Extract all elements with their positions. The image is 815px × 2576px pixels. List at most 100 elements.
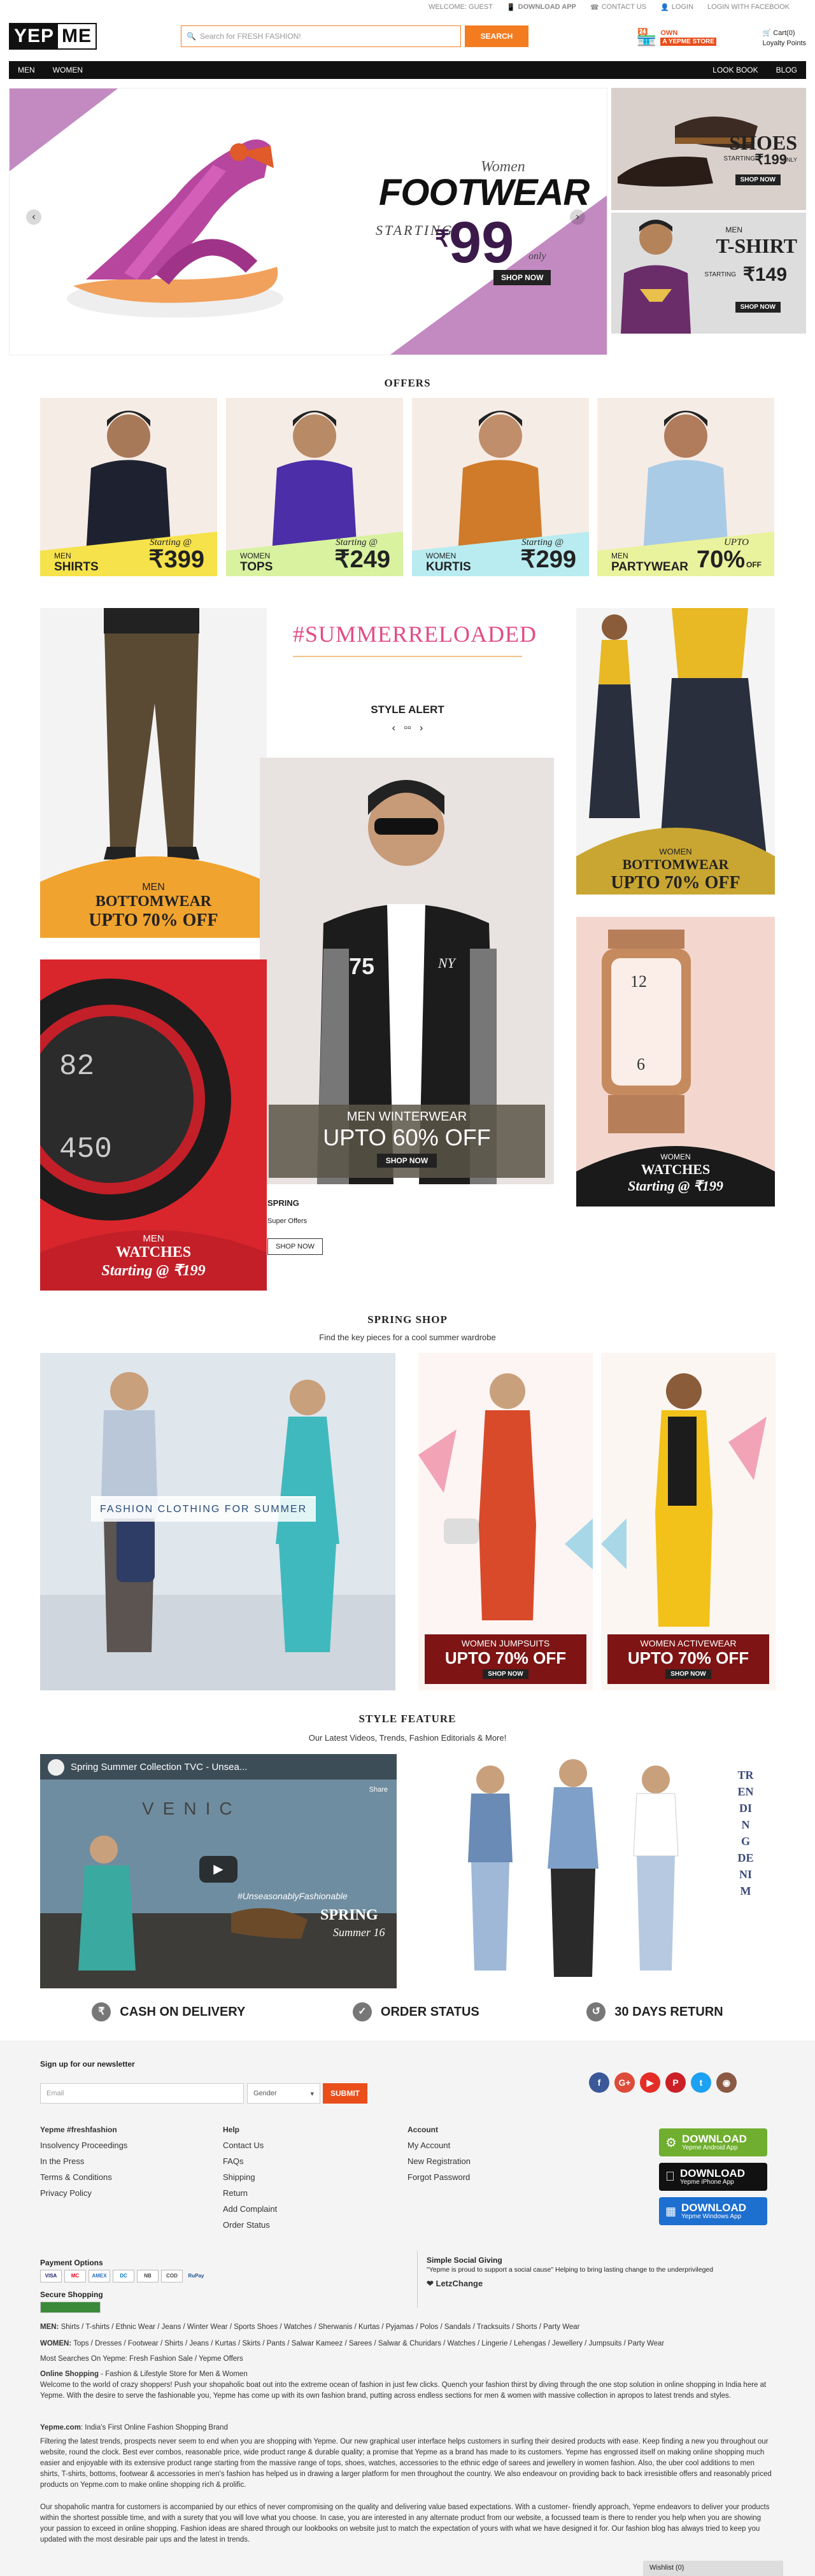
men-watches-title: WATCHES [115, 1244, 192, 1261]
men-watches-banner[interactable]: 82 450 MEN WATCHES Starting @ ₹199 [40, 959, 267, 1291]
footer-link[interactable]: Insolvency Proceedings [40, 2137, 127, 2153]
gender-select[interactable]: Gender ▾ [247, 2083, 320, 2104]
men-bottomwear-banner[interactable]: MEN BOTTOMWEAR UPTO 70% OFF [40, 608, 267, 938]
wishlist-bar[interactable]: Wishlist (0) [643, 2561, 783, 2576]
spring-shop-button[interactable]: SHOP NOW [267, 1238, 323, 1255]
women-bottomwear-banner[interactable]: WOMEN BOTTOMWEAR UPTO 70% OFF [576, 608, 775, 895]
search-button[interactable]: SEARCH [465, 25, 528, 47]
offer-card[interactable]: WOMEN KURTIS Starting @ ₹299 [412, 398, 589, 576]
mastercard-icon: MC [64, 2270, 86, 2282]
nav-men[interactable]: MEN [9, 66, 44, 74]
twitter-icon[interactable]: t [691, 2072, 711, 2093]
shoes-banner[interactable]: SHOES STARTING ₹199 ONLY SHOP NOW [611, 88, 806, 210]
search-input[interactable]: 🔍 Search for FRESH FASHION! [181, 25, 461, 47]
nav-women[interactable]: WOMEN [44, 66, 92, 74]
women-activewear-banner[interactable]: WOMEN ACTIVEWEAR UPTO 70% OFF SHOP NOW [601, 1353, 776, 1690]
video-title[interactable]: Spring Summer Collection TVC - Unsea... [71, 1762, 247, 1773]
newsletter-email-input[interactable]: Email [40, 2083, 244, 2104]
order-status-service[interactable]: ✓ ORDER STATUS [352, 2002, 479, 2021]
men-category-links[interactable]: Shirts / T-shirts / Ethnic Wear / Jeans … [61, 2323, 580, 2331]
footer-link[interactable]: New Registration [408, 2153, 471, 2169]
winterwear-offer: UPTO 60% OFF [323, 1124, 491, 1150]
jumpsuits-shop-button[interactable]: SHOP NOW [483, 1669, 528, 1679]
footer-link[interactable]: Add Complaint [223, 2201, 277, 2217]
summer-reloaded-hashtag: #SUMMERRELOADED [293, 621, 537, 647]
nav-blog[interactable]: BLOG [767, 66, 806, 74]
offer-category: TOPS [240, 560, 273, 574]
activewear-offer: UPTO 70% OFF [627, 1648, 749, 1667]
footer-link[interactable]: In the Press [40, 2153, 127, 2169]
hero-banner[interactable]: Women FOOTWEAR STARTING ₹ 99 only SHOP N… [9, 88, 607, 355]
offer-card[interactable]: WOMEN TOPS Starting @ ₹249 [226, 398, 403, 576]
style-alert-controls[interactable]: ‹ ▫▫ › [293, 723, 522, 734]
women-watches-banner[interactable]: 12 6 WOMEN WATCHES Starting @ ₹199 [576, 917, 775, 1207]
hero-rupee: ₹ [435, 225, 450, 251]
google-plus-icon[interactable]: G+ [614, 2072, 635, 2093]
men-winterwear-banner[interactable]: 75 NY MEN WINTERWEAR UPTO 60% OFF SHOP N… [260, 758, 554, 1184]
men-watches-gender: MEN [143, 1233, 164, 1244]
instagram-icon[interactable]: ◉ [716, 2072, 737, 2093]
netbanking-icon: NB [137, 2270, 159, 2282]
shoes-shop-button[interactable]: SHOP NOW [735, 174, 781, 185]
video-player[interactable]: VENIC Spring Summer Collection TVC - Uns… [40, 1754, 397, 1988]
nav-lookbook[interactable]: LOOK BOOK [704, 66, 767, 74]
footer-link[interactable]: Shipping [223, 2169, 277, 2185]
trending-denim-banner[interactable]: TRENDING DENIM [446, 1754, 777, 1988]
play-icon[interactable]: ▶ [199, 1856, 237, 1883]
winterwear-shop-button[interactable]: SHOP NOW [376, 1154, 437, 1168]
style-feature-title: STYLE FEATURE [358, 1713, 457, 1725]
tshirt-shop-button[interactable]: SHOP NOW [735, 302, 781, 313]
order-status-icon: ✓ [352, 2002, 372, 2021]
hero-next-arrow[interactable]: › [570, 209, 585, 225]
brand-sub: : India's First Online Fashion Shopping … [80, 2424, 228, 2431]
footer-link[interactable]: Order Status [223, 2217, 277, 2233]
contact-link[interactable]: ☎ CONTACT US [590, 3, 646, 11]
svg-text:450: 450 [59, 1133, 112, 1166]
video-share[interactable]: Share [369, 1786, 388, 1794]
most-searches[interactable]: Most Searches On Yepme: Fresh Fashion Sa… [40, 2354, 772, 2365]
loyalty-points[interactable]: Loyalty Points [763, 38, 806, 48]
facebook-icon[interactable]: f [589, 2072, 609, 2093]
about-paragraph-2: Filtering the latest trends, prospects n… [40, 2438, 772, 2489]
iphone-app-button[interactable]:  DOWNLOADYepme iPhone App [659, 2163, 767, 2191]
download-app-link[interactable]: 📱 DOWNLOAD APP [507, 3, 576, 11]
brand-title: Yepme.com [40, 2424, 81, 2431]
footer-link[interactable]: Contact Us [223, 2137, 277, 2153]
newsletter-label: Sign up for our newsletter [40, 2060, 135, 2069]
footer-link[interactable]: Forgot Password [408, 2169, 471, 2185]
women-category-links[interactable]: Tops / Dresses / Footwear / Shirts / Jea… [73, 2340, 664, 2347]
android-app-button[interactable]: ⚙ DOWNLOAD Yepme Android App [659, 2128, 767, 2156]
own-store-link[interactable]: 🏪 OWN A YEPME STORE [636, 27, 716, 47]
letzchange-logo[interactable]: ❤ LetzChange [427, 2279, 483, 2289]
logo[interactable]: YEP ME [9, 23, 97, 50]
facebook-login-link[interactable]: LOGIN WITH FACEBOOK [707, 3, 790, 11]
hero-only: only [528, 251, 546, 262]
payment-icons: VISA MC AMEX DC NB COD RuPay [40, 2270, 209, 2283]
tshirt-banner[interactable]: MEN T-SHIRT STARTING ₹149 SHOP NOW [611, 213, 806, 334]
hero-prev-arrow[interactable]: ‹ [26, 209, 41, 225]
store-icon: 🏪 [636, 27, 657, 46]
offer-category: KURTIS [426, 560, 471, 574]
welcome-text: WELCOME: GUEST [429, 3, 493, 11]
footer-link[interactable]: My Account [408, 2137, 471, 2153]
offer-card[interactable]: MEN SHIRTS Starting @ ₹399 [40, 398, 217, 576]
about-paragraph-3: Our shopaholic mantra for customers is a… [40, 2503, 770, 2544]
women-watches-gender: WOMEN [660, 1152, 691, 1161]
pinterest-icon[interactable]: P [665, 2072, 686, 2093]
footer-link[interactable]: Terms & Conditions [40, 2169, 127, 2185]
login-link[interactable]: 👤 LOGIN [660, 3, 693, 11]
service-bar: ₹ CASH ON DELIVERY ✓ ORDER STATUS ↺ 30 DAYS… [0, 2002, 815, 2021]
footer-link[interactable]: FAQs [223, 2153, 277, 2169]
offer-card[interactable]: MEN PARTYWEAR UPTO 70% OFF [597, 398, 774, 576]
summer-clothing-banner[interactable]: FASHION CLOTHING FOR SUMMER [40, 1353, 395, 1690]
style-feature-subtitle: Our Latest Videos, Trends, Fashion Edito… [308, 1733, 507, 1743]
windows-app-button[interactable]: ▦ DOWNLOAD Yepme Windows App [659, 2197, 767, 2225]
youtube-icon[interactable]: ▶ [640, 2072, 660, 2093]
footer-link[interactable]: Privacy Policy [40, 2185, 127, 2201]
hero-shop-button[interactable]: SHOP NOW [493, 270, 551, 285]
footer-link[interactable]: Return [223, 2185, 277, 2201]
activewear-shop-button[interactable]: SHOP NOW [665, 1669, 711, 1679]
women-jumpsuits-banner[interactable]: WOMEN JUMPSUITS UPTO 70% OFF SHOP NOW [418, 1353, 593, 1690]
cart[interactable]: 🛒 Cart(0) Loyalty Points [763, 28, 806, 48]
newsletter-submit-button[interactable]: SUBMIT [323, 2083, 367, 2104]
